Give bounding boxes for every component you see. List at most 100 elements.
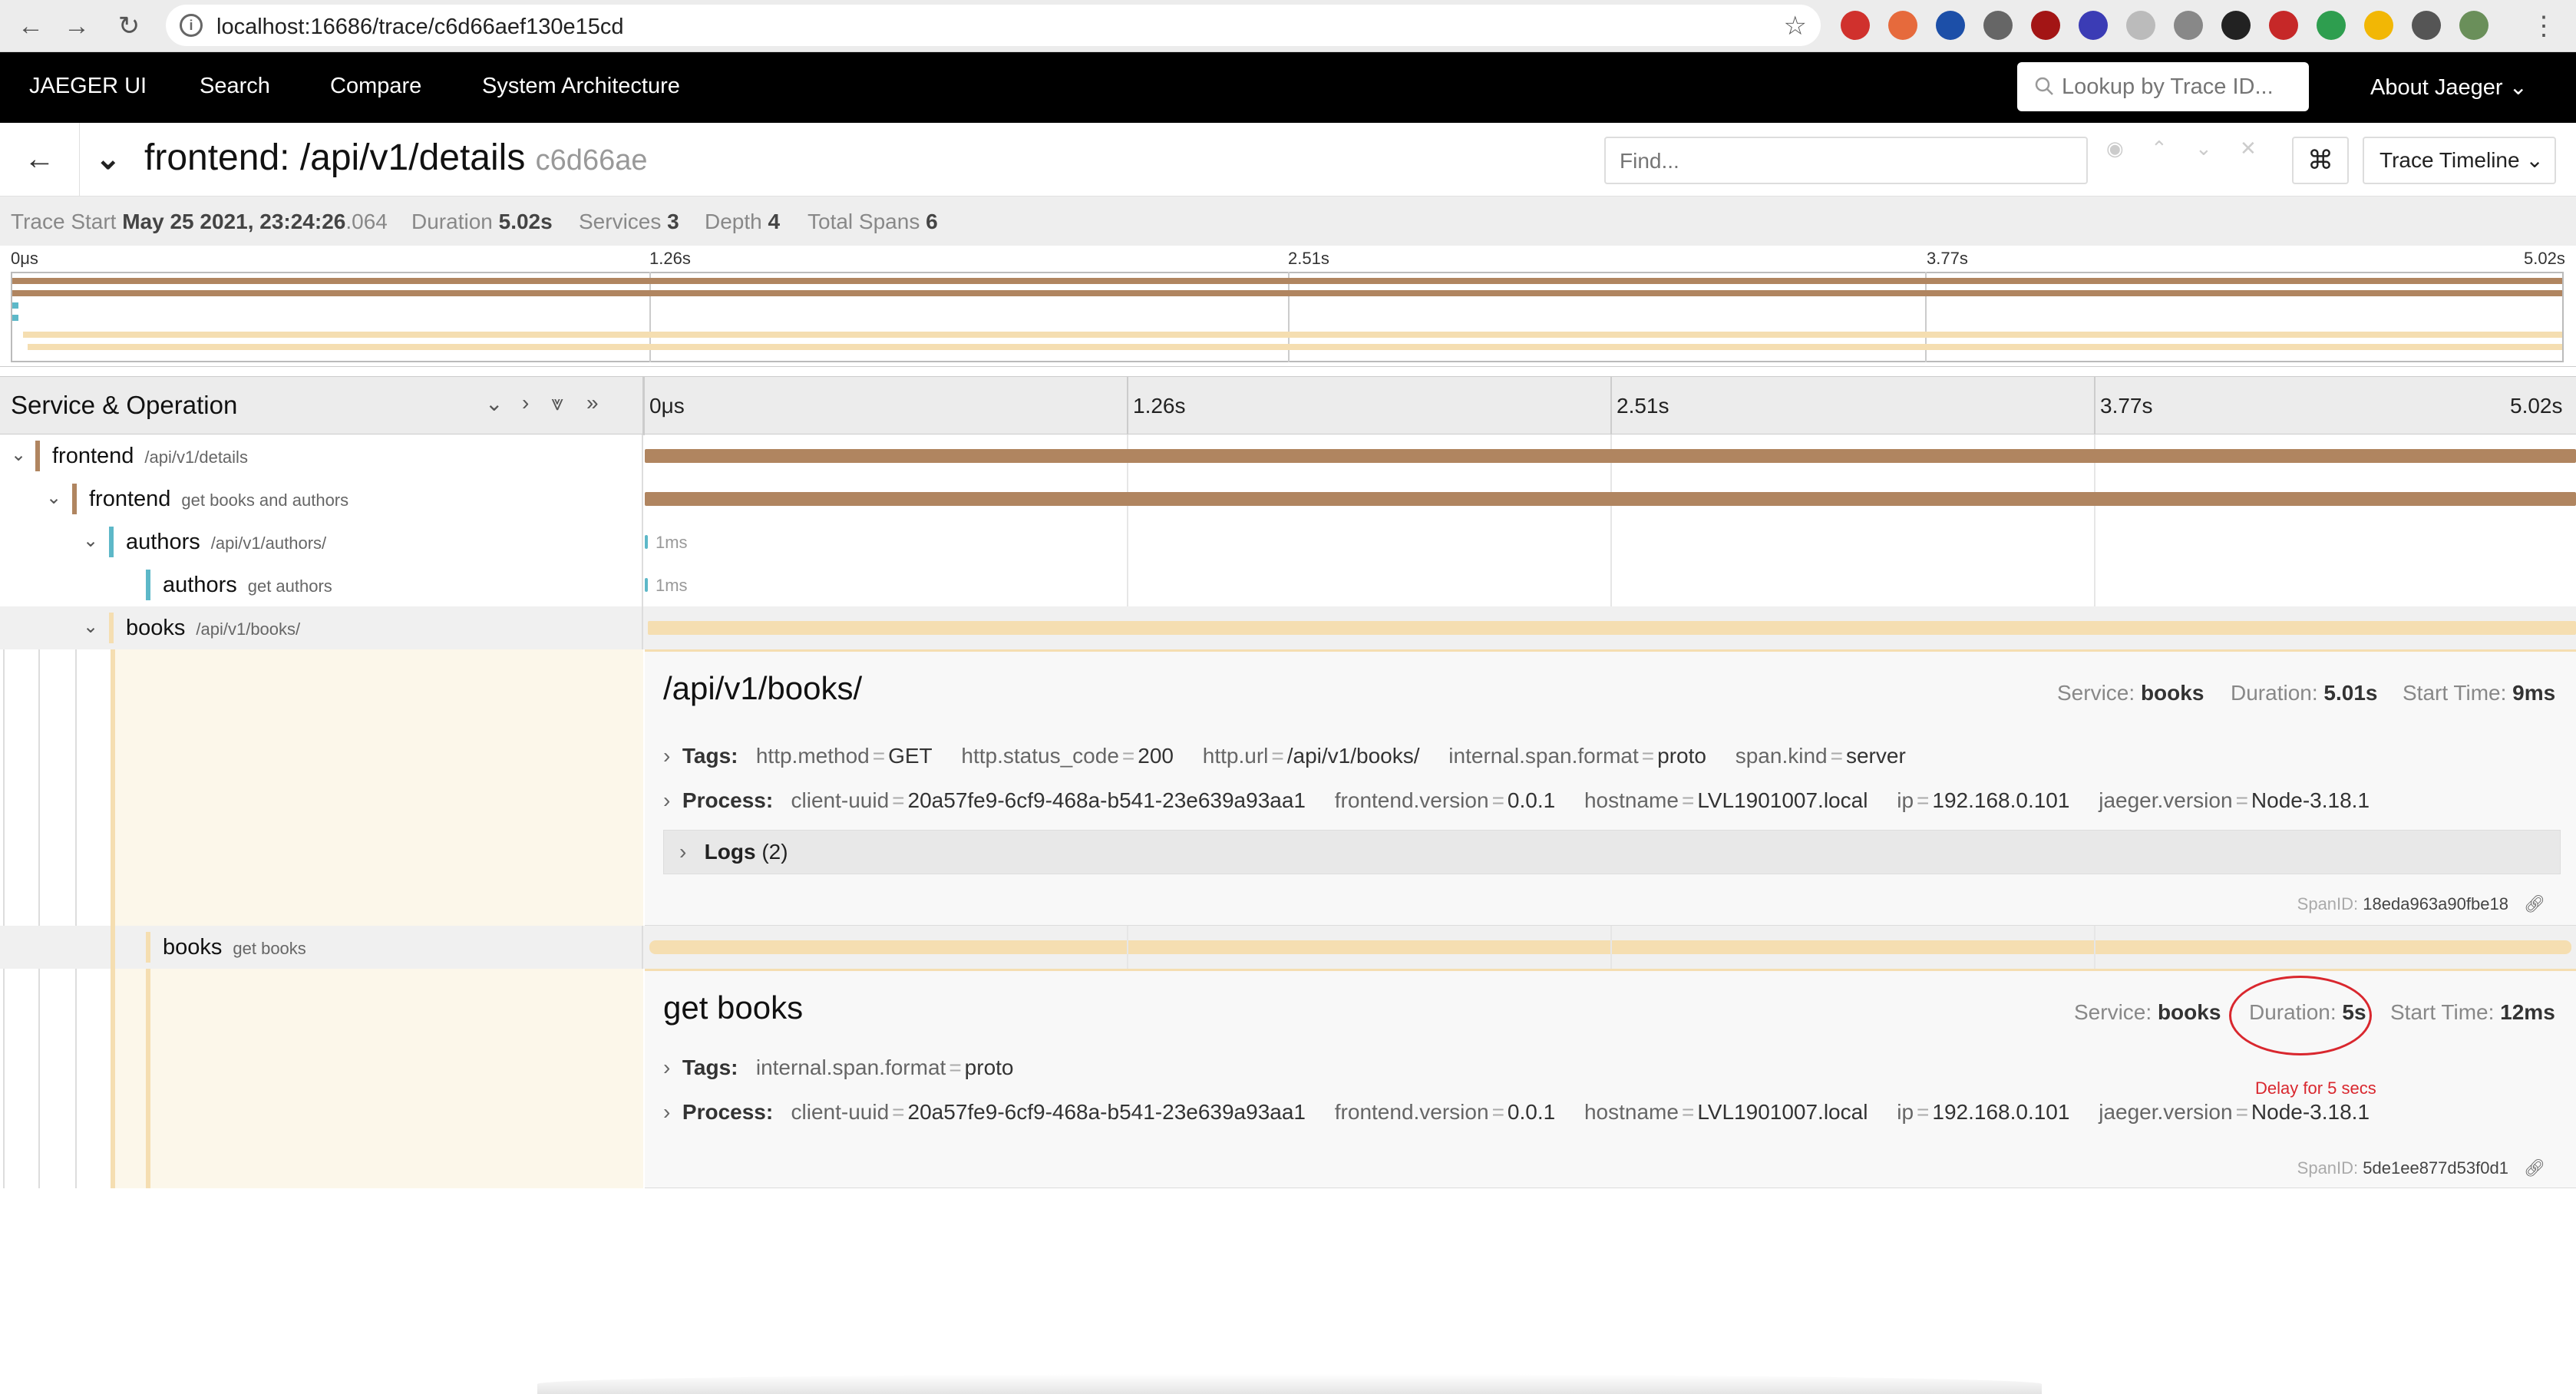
span-row-selected[interactable]: books get books [0,926,2576,969]
service-color-bar [109,527,114,557]
expand-all-icon[interactable]: ⩔ [551,391,563,416]
nav-compare[interactable]: Compare [330,74,421,99]
extension-icon[interactable] [2126,11,2155,40]
puzzle-icon[interactable] [2412,11,2441,40]
span-row[interactable]: ⌄ frontend/api/v1/details [0,434,2576,477]
span-service-name[interactable]: books/api/v1/books/ [126,616,300,641]
span-detail-books-api: /api/v1/books/ Service: books Duration: … [645,649,2576,926]
column-resize-handle[interactable] [642,377,645,435]
nav-search[interactable]: Search [200,74,270,99]
span-row[interactable]: authors get authors 1ms [0,563,2576,606]
site-info-icon[interactable]: i [180,14,203,37]
extension-icon[interactable] [2031,11,2060,40]
extension-icon[interactable] [2364,11,2393,40]
extension-icon[interactable] [2317,11,2346,40]
extension-icon[interactable] [2269,11,2298,40]
trace-lookup-input[interactable] [2062,71,2300,102]
browser-reload-icon[interactable]: ↻ [111,8,147,45]
collapse-one-icon[interactable]: ⌄ [485,391,503,416]
chevron-down-icon[interactable]: ⌄ [83,616,98,638]
process-key: frontend.version [1334,1100,1489,1124]
span-bar[interactable] [645,492,2576,506]
span-bar[interactable] [645,535,648,549]
find-box[interactable] [1604,137,2088,184]
span-detail-service: Service: books [2074,1000,2221,1024]
about-jaeger-menu[interactable]: About Jaeger ⌄ [2370,74,2528,101]
bookmark-star-icon[interactable]: ☆ [1784,11,1807,41]
span-service-name[interactable]: books get books [163,935,306,960]
span-duration-label: 1ms [656,576,688,595]
find-input[interactable] [1620,146,2019,177]
extension-icon[interactable] [2174,11,2203,40]
link-icon[interactable]: 🔗︎ [2524,1158,2545,1178]
tags-label: Tags: [682,1055,738,1079]
next-match-icon[interactable]: ⌄ [2195,137,2212,160]
clear-search-icon[interactable]: ✕ [2240,137,2257,160]
chevron-down-icon[interactable]: ⌄ [11,444,26,466]
span-bar[interactable] [645,449,2576,463]
chevron-right-icon[interactable]: › [663,788,670,812]
address-bar-url[interactable]: localhost:16686/trace/c6d66aef130e15cd [216,15,623,40]
process-key: client-uuid [791,1100,890,1124]
prev-match-icon[interactable]: ⌃ [2151,137,2168,160]
collapse-all-icon[interactable]: » [586,391,599,415]
span-bar[interactable] [648,621,2576,635]
trace-depth: Depth 4 [705,210,781,233]
nav-system-architecture[interactable]: System Architecture [482,74,680,99]
span-service-name[interactable]: authors get authors [163,573,332,598]
extension-icon[interactable] [2221,11,2251,40]
chevron-down-icon[interactable]: ⌄ [83,530,98,552]
extension-icon[interactable] [1983,11,2013,40]
extension-icon[interactable] [2079,11,2108,40]
trace-header: ← ⌄ frontend: /api/v1/details c6d66ae ◉ … [0,123,2576,197]
browser-menu-icon[interactable]: ⋮ [2525,8,2562,45]
span-row[interactable]: ⌄ authors/api/v1/authors/ 1ms [0,520,2576,563]
locate-icon[interactable]: ◉ [2106,137,2124,160]
tag-key: internal.span.format [755,1055,946,1079]
trace-start: Trace Start May 25 2021, 23:24:26.064 [11,210,388,233]
chevron-right-icon[interactable]: › [663,744,670,768]
span-row[interactable]: ⌄ frontend get books and authors [0,477,2576,520]
chevron-right-icon[interactable]: › [663,1055,670,1079]
extension-icon[interactable] [1888,11,1917,40]
service-color-bar [35,441,40,471]
process-row[interactable]: › Process: client-uuid = 20a57fe9-6cf9-468… [663,1100,2370,1125]
browser-back-icon[interactable]: ← [12,8,49,45]
tags-row[interactable]: › Tags: internal.span.format = proto [663,1055,1014,1080]
span-bar[interactable] [645,578,648,592]
timeline-tick: 5.02s [2510,394,2563,418]
trace-lookup[interactable] [2017,62,2309,111]
keyboard-shortcuts-icon[interactable]: ⌘ [2292,137,2349,184]
chevron-down-icon[interactable]: ⌄ [95,141,121,177]
process-value: LVL1901007.local [1697,788,1868,812]
view-mode-select[interactable]: Trace Timeline ⌄ [2363,137,2556,184]
tree-guide [3,649,5,1188]
minimap-bar-authors [12,315,18,321]
browser-forward-icon[interactable]: → [58,8,95,45]
span-service-name[interactable]: frontend/api/v1/details [52,444,248,469]
trace-minimap[interactable]: 0μs 1.26s 2.51s 3.77s 5.02s [0,246,2576,367]
service-color-bar [146,969,150,1188]
link-icon[interactable]: 🔗︎ [2524,894,2545,913]
chevron-right-icon[interactable]: › [663,1100,670,1124]
trace-id: c6d66ae [535,144,648,177]
detail-indent [111,969,643,1188]
tag-key: internal.span.format [1448,744,1639,768]
extension-icon[interactable] [1936,11,1965,40]
process-row[interactable]: › Process: client-uuid = 20a57fe9-6cf9-468… [663,788,2370,813]
span-service-name[interactable]: frontend get books and authors [89,487,348,512]
span-service-name[interactable]: authors/api/v1/authors/ [126,530,326,555]
trace-service: frontend: [144,137,290,178]
tags-row[interactable]: › Tags: http.method = GET http.status_code… [663,744,1906,768]
expand-one-icon[interactable]: › [522,391,529,415]
chevron-down-icon[interactable]: ⌄ [46,487,61,509]
extension-icon[interactable] [1841,11,1870,40]
span-row-selected[interactable]: ⌄ books/api/v1/books/ [0,606,2576,649]
profile-avatar[interactable] [2459,11,2488,40]
tag-key: http.url [1202,744,1269,768]
address-bar[interactable]: i localhost:16686/trace/c6d66aef130e15cd… [166,5,1821,46]
minimap-bar-frontend [12,290,2562,296]
back-arrow-icon[interactable]: ← [0,123,80,197]
logs-section[interactable]: › Logs (2) [663,830,2561,874]
brand-logo[interactable]: JAEGER UI [29,74,147,99]
